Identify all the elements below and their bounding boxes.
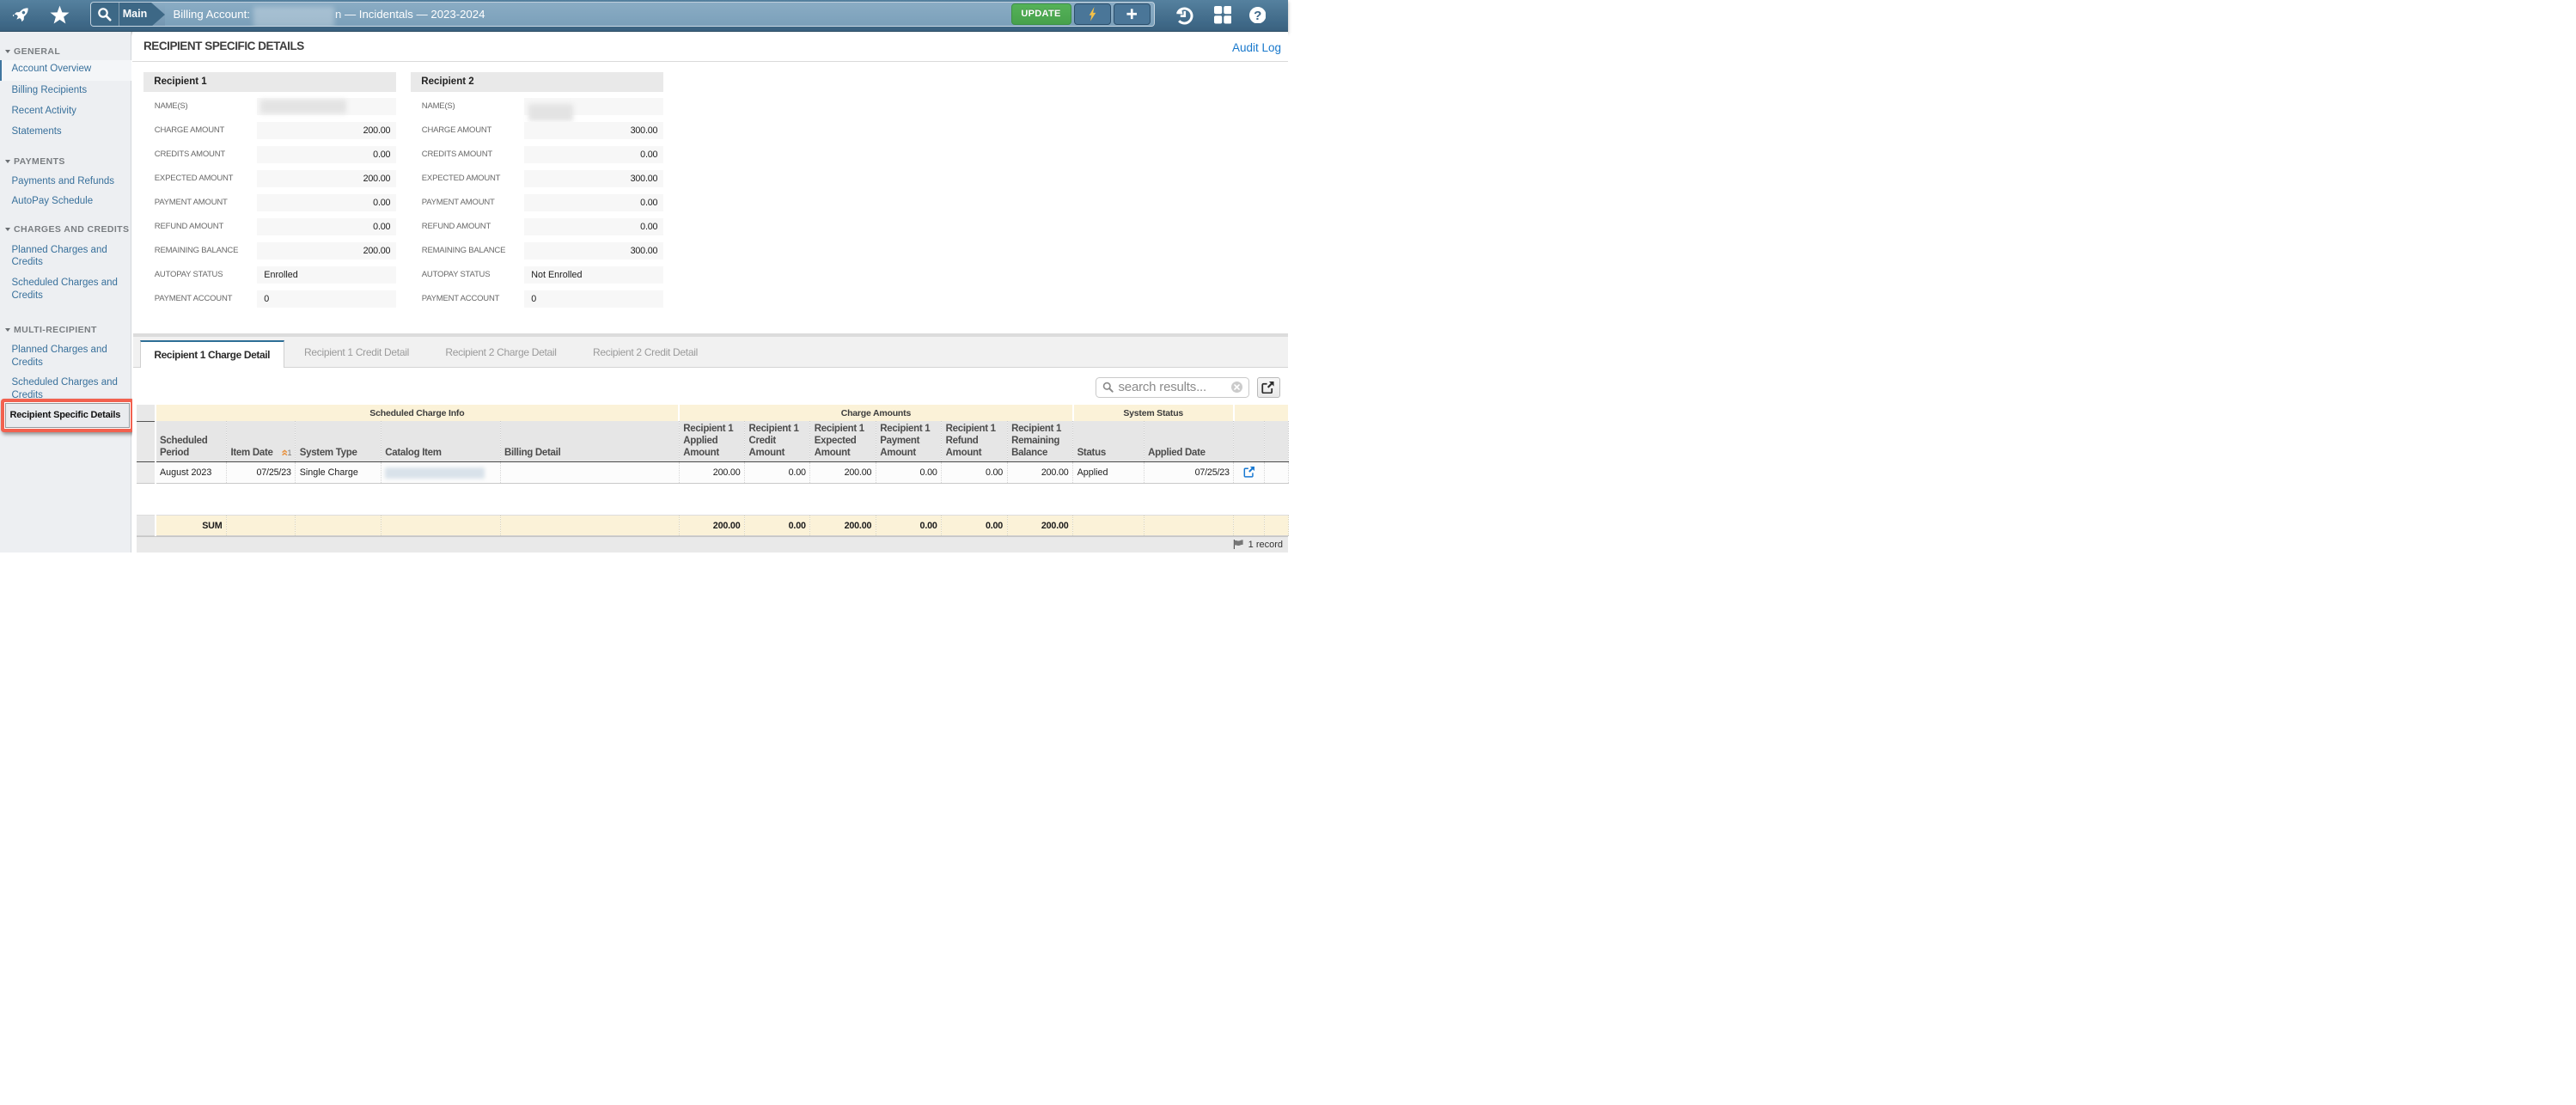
svg-text:?: ? bbox=[1254, 8, 1261, 22]
